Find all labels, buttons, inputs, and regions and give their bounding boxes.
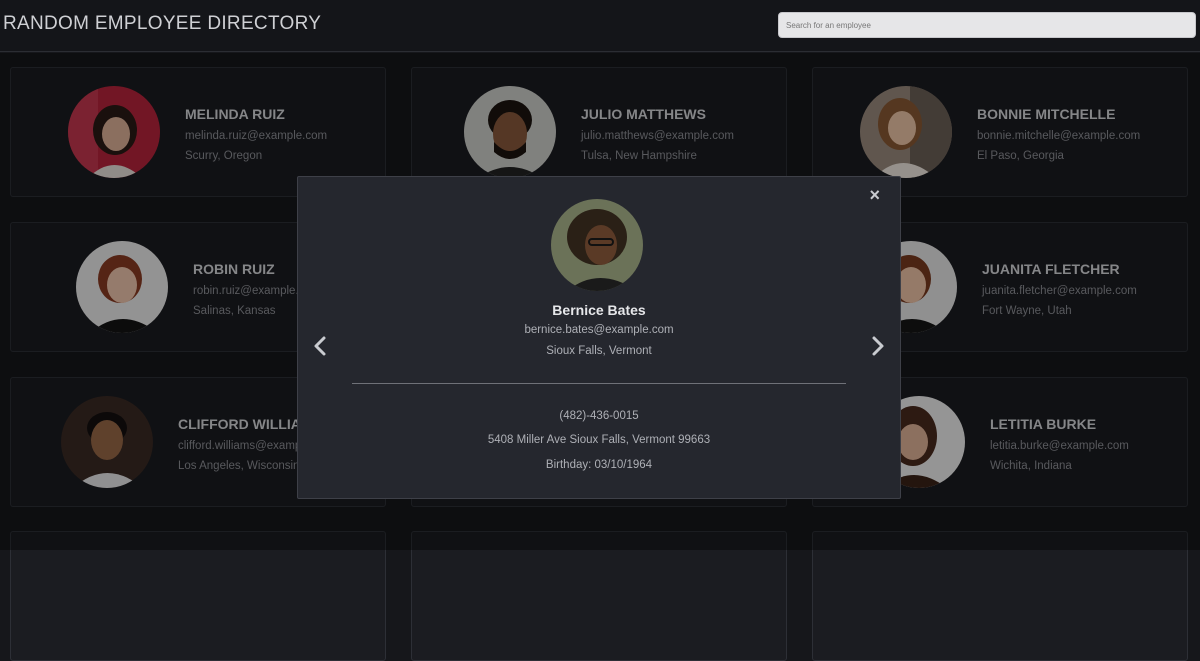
modal-employee-email: bernice.bates@example.com: [524, 324, 674, 336]
close-icon[interactable]: ×: [869, 185, 880, 206]
employee-card[interactable]: [411, 531, 787, 661]
chevron-right-icon[interactable]: [866, 335, 888, 357]
employee-modal: × Bernice Bates bernice.bates@example.co…: [297, 176, 901, 499]
chevron-left-icon[interactable]: [310, 335, 332, 357]
modal-employee-address: 5408 Miller Ave Sioux Falls, Vermont 996…: [487, 434, 711, 446]
modal-employee-location: Sioux Falls, Vermont: [546, 345, 652, 357]
employee-card[interactable]: [812, 531, 1188, 661]
modal-employee-birthday: Birthday: 03/10/1964: [545, 459, 653, 471]
modal-employee-phone: (482)-436-0015: [559, 410, 639, 422]
modal-avatar: [551, 199, 643, 291]
divider: [352, 383, 846, 384]
modal-employee-name: Bernice Bates: [552, 302, 646, 318]
employee-card[interactable]: [10, 531, 386, 661]
